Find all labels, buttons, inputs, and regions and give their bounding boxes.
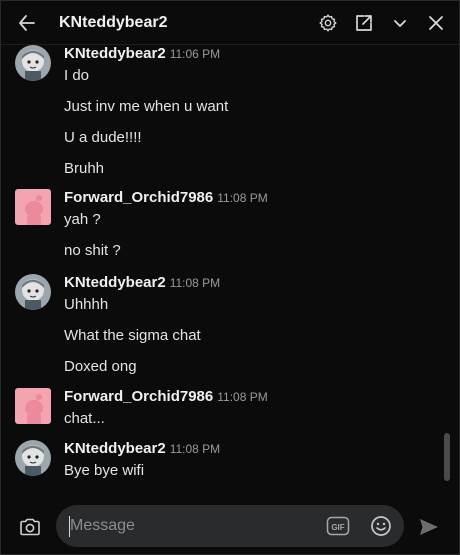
message-text: I do [64, 67, 90, 84]
timestamp: 11:08 PM [169, 442, 221, 456]
close-icon [429, 15, 443, 30]
username[interactable]: Forward_Orchid7986 [64, 189, 213, 206]
camera-button[interactable] [15, 512, 45, 542]
arrow-left-icon [19, 14, 35, 31]
orchid-avatar[interactable] [15, 189, 51, 225]
svg-text:GIF: GIF [331, 523, 344, 532]
message-text: no shit ? [64, 242, 121, 259]
timestamp: 11:08 PM [217, 191, 268, 205]
back-button[interactable] [9, 1, 45, 45]
message-text: Uhhhh [64, 296, 109, 313]
message-header: KNteddybear2 11:08 PM [64, 274, 220, 292]
settings-button[interactable] [313, 8, 343, 38]
chat-title: KNteddybear2 [59, 13, 168, 31]
chat-header: KNteddybear2 [1, 1, 459, 45]
timestamp: 11:06 PM [169, 47, 221, 61]
scrollbar-thumb[interactable] [444, 433, 450, 481]
message-text: What the sigma chat [64, 327, 201, 344]
gif-icon: GIF [326, 516, 350, 536]
emoji-button[interactable] [369, 514, 393, 538]
message-text: Bruhh [64, 160, 105, 177]
message-list[interactable]: KNteddybear2 11:06 PM I do Just inv me wh… [1, 45, 459, 491]
message-composer: GIF [1, 498, 459, 554]
message-text: chat... [64, 410, 105, 427]
popout-button[interactable] [349, 8, 379, 38]
teddy-avatar[interactable] [15, 274, 51, 310]
gif-button[interactable]: GIF [326, 514, 350, 538]
username[interactable]: KNteddybear2 [64, 274, 166, 291]
collapse-button[interactable] [385, 8, 415, 38]
message-header: KNteddybear2 11:08 PM [64, 440, 220, 458]
username[interactable]: Forward_Orchid7986 [64, 388, 213, 405]
message-text: Bye bye wifi [64, 462, 145, 479]
message-input[interactable] [70, 505, 320, 547]
popout-icon [356, 14, 372, 31]
orchid-avatar[interactable] [15, 388, 51, 424]
username[interactable]: KNteddybear2 [64, 45, 166, 62]
username[interactable]: KNteddybear2 [64, 440, 166, 457]
chat-window: KNteddybear2 KNteddybear2 11:06 PM I do … [0, 0, 460, 555]
timestamp: 11:08 PM [169, 276, 221, 290]
header-actions [313, 8, 451, 38]
smiley-icon [371, 516, 391, 536]
message-text: U a dude!!!! [64, 129, 142, 146]
message-header: Forward_Orchid7986 11:08 PM [64, 388, 268, 406]
close-button[interactable] [421, 8, 451, 38]
send-button[interactable] [414, 512, 444, 542]
camera-icon [20, 518, 40, 536]
timestamp: 11:08 PM [217, 390, 268, 404]
gear-icon [319, 13, 337, 32]
teddy-avatar[interactable] [15, 440, 51, 476]
message-header: KNteddybear2 11:06 PM [64, 45, 220, 63]
teddy-avatar[interactable] [15, 45, 51, 81]
message-text: Doxed ong [64, 358, 137, 375]
chevron-down-icon [394, 19, 406, 27]
message-text: Just inv me when u want [64, 98, 229, 115]
send-icon [420, 519, 438, 535]
message-header: Forward_Orchid7986 11:08 PM [64, 189, 268, 207]
message-input-wrap: GIF [56, 505, 404, 547]
message-text: yah ? [64, 211, 101, 228]
